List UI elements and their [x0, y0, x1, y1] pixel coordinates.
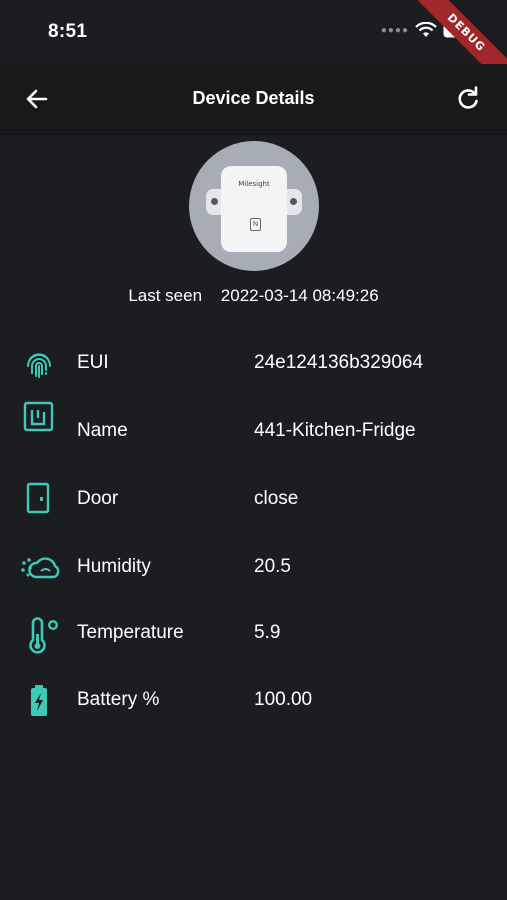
name-value: 441-Kitchen-Fridge [254, 420, 416, 441]
battery-charging-icon [31, 685, 47, 716]
name-label: Name [77, 420, 128, 441]
door-value: close [254, 488, 299, 509]
door-label: Door [77, 488, 119, 509]
humidity-label: Humidity [77, 556, 151, 577]
detail-row-humidity: Humidity 20.5 [0, 550, 507, 590]
refresh-icon [458, 86, 478, 109]
nfc-mark-icon: N [250, 218, 261, 231]
device-screw-left [211, 198, 218, 205]
device-brand-logo: Milesight [238, 180, 270, 188]
cellular-signal-icon: ●●●● [380, 24, 409, 36]
device-body: Milesight N [221, 166, 287, 252]
detail-row-eui: EUI 24e124136b329064 [0, 347, 507, 387]
status-bar: 8:51 ●●●● DEBUG [0, 0, 507, 94]
nfc-tag-icon [23, 401, 54, 432]
fingerprint-icon [27, 353, 51, 378]
temperature-label: Temperature [77, 622, 184, 643]
wifi-icon [415, 22, 437, 37]
thermometer-icon [29, 617, 59, 654]
detail-row-battery: Battery % 100.00 [0, 684, 507, 724]
humidity-cloud-icon [21, 557, 60, 579]
eui-value: 24e124136b329064 [254, 352, 424, 373]
battery-value: 100.00 [254, 689, 313, 710]
refresh-button[interactable] [453, 84, 483, 114]
detail-row-name: Name 441-Kitchen-Fridge [0, 400, 507, 452]
battery-label: Battery % [77, 689, 160, 710]
detail-row-temperature: Temperature 5.9 [0, 616, 507, 656]
status-time: 8:51 [48, 21, 88, 42]
last-seen-label: Last seen [128, 286, 203, 305]
page-title: Device Details [192, 88, 315, 108]
last-seen-value: 2022-03-14 08:49:26 [220, 286, 379, 305]
last-seen: Last seen 2022-03-14 08:49:26 [0, 286, 507, 306]
temperature-value: 5.9 [254, 622, 281, 643]
device-image: Milesight N [189, 141, 319, 271]
device-screw-right [290, 198, 297, 205]
detail-row-door: Door close [0, 482, 507, 522]
humidity-value: 20.5 [254, 556, 291, 577]
eui-label: EUI [77, 352, 109, 373]
door-icon [26, 482, 50, 514]
app-bar: Device Details [0, 64, 507, 135]
